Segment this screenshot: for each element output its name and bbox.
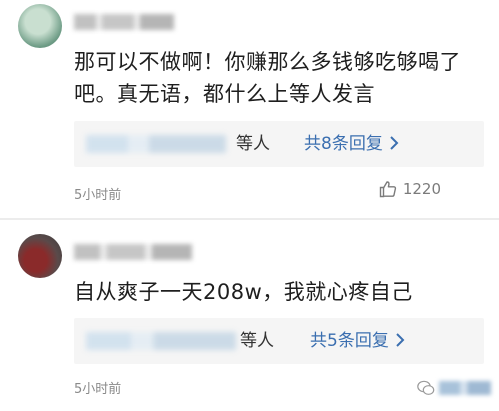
reply-summary-box[interactable]: 等人 共8条回复 [74,121,484,167]
like-count: 1220 [402,180,441,198]
replier-names-blurred [86,332,236,350]
avatar[interactable] [18,4,62,48]
comment-item: 那可以不做啊！你赚那么多钱够吃够喝了吧。真无语，都什么上等人发言 等人 共8条回… [0,0,499,218]
comment-time: 5小时前 [74,382,122,397]
view-replies-label: 共5条回复 [310,331,389,351]
comment-text: 那可以不做啊！你赚那么多钱够吃够喝了吧。真无语，都什么上等人发言 [74,50,461,106]
comment-time: 5小时前 [74,188,122,203]
username-blurred[interactable] [74,14,174,30]
wechat-logo-icon [417,380,435,395]
thumbs-up-icon [379,181,396,198]
username-blurred[interactable] [74,244,192,260]
chevron-right-icon [396,333,405,347]
replier-names-blurred [86,135,226,153]
chevron-right-icon [390,136,399,150]
like-button[interactable]: 1220 [379,180,441,198]
view-replies-link[interactable]: 共5条回复 [310,328,405,354]
watermark [417,380,491,396]
avatar[interactable] [18,234,62,278]
reply-suffix: 等人 [236,134,270,154]
reply-suffix: 等人 [240,331,274,351]
comment-text: 自从爽子一天208w，我就心疼自己 [74,280,413,304]
view-replies-link[interactable]: 共8条回复 [304,131,399,157]
reply-summary-box[interactable]: 等人 共5条回复 [74,318,484,364]
view-replies-label: 共8条回复 [304,134,383,154]
watermark-text-blurred [439,381,491,395]
